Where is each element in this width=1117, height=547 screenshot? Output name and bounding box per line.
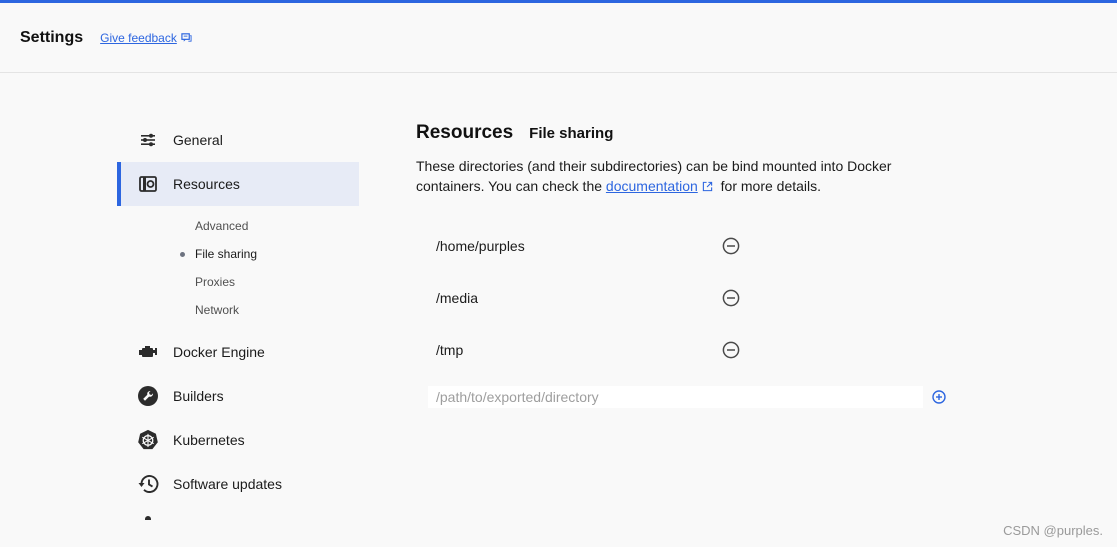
description-text: These directories (and their subdirector… — [416, 156, 936, 196]
sub-item-advanced[interactable]: Advanced — [117, 212, 359, 240]
file-sharing-panel: Resources File sharing These directories… — [416, 122, 976, 414]
give-feedback-label: Give feedback — [100, 30, 177, 45]
sidebar-item-label: General — [173, 132, 223, 148]
sub-item-proxies[interactable]: Proxies — [117, 268, 359, 296]
new-directory-input[interactable] — [428, 386, 923, 408]
remove-directory-button[interactable] — [722, 341, 740, 359]
sub-item-file-sharing[interactable]: File sharing — [117, 240, 359, 268]
sidebar-item-label: Builders — [173, 388, 224, 404]
list-item: /home/purples — [416, 220, 976, 272]
directory-path: /home/purples — [436, 238, 525, 254]
shared-directories-list: /home/purples /media /tmp — [416, 220, 976, 376]
settings-header: Settings Give feedback — [0, 3, 1117, 73]
sidebar-item-docker-engine[interactable]: Docker Engine — [117, 330, 359, 374]
directory-path: /tmp — [436, 342, 464, 358]
section-title: Resources — [416, 122, 514, 143]
engine-icon — [137, 341, 159, 363]
sidebar-item-label: Docker Engine — [173, 344, 265, 360]
kubernetes-icon — [137, 429, 159, 451]
remove-directory-button[interactable] — [722, 289, 740, 307]
sub-item-label: Advanced — [195, 219, 249, 233]
directory-path: /media — [436, 290, 479, 306]
sub-item-label: Network — [195, 303, 240, 317]
sidebar-item-label: Software updates — [173, 476, 282, 492]
sidebar-item-kubernetes[interactable]: Kubernetes — [117, 418, 359, 462]
history-icon — [137, 473, 159, 495]
remove-directory-button[interactable] — [722, 237, 740, 255]
add-directory-button[interactable] — [932, 390, 946, 404]
watermark: CSDN @purples. — [1003, 523, 1103, 538]
list-item: /media — [416, 272, 976, 324]
sub-item-network[interactable]: Network — [117, 296, 359, 324]
list-item: /tmp — [416, 324, 976, 376]
add-directory-row — [416, 384, 976, 414]
sidebar-item-builders[interactable]: Builders — [117, 374, 359, 418]
external-link-icon — [702, 181, 712, 192]
settings-sidebar: General Resources Advanced File sharing … — [117, 118, 359, 506]
wrench-icon — [137, 385, 159, 407]
sidebar-item-resources[interactable]: Resources — [117, 162, 359, 206]
documentation-link[interactable]: documentation — [606, 178, 698, 194]
active-dot-icon — [180, 252, 185, 257]
resources-icon — [137, 173, 159, 195]
give-feedback-link[interactable]: Give feedback — [100, 31, 192, 45]
sidebar-item-label: Resources — [173, 176, 240, 192]
partial-icon — [145, 516, 151, 520]
sub-item-label: File sharing — [195, 247, 258, 261]
sidebar-item-general[interactable]: General — [117, 118, 359, 162]
panel-heading: Resources File sharing — [416, 122, 976, 144]
feedback-icon — [181, 33, 192, 42]
section-subtitle: File sharing — [529, 125, 614, 142]
page-title: Settings — [20, 28, 84, 46]
resources-sub-nav: Advanced File sharing Proxies Network — [117, 206, 359, 330]
description-after: for more details. — [716, 178, 822, 194]
sidebar-item-label: Kubernetes — [173, 432, 245, 448]
sidebar-item-software-updates[interactable]: Software updates — [117, 462, 359, 506]
sliders-icon — [137, 129, 159, 151]
sub-item-label: Proxies — [195, 275, 236, 289]
